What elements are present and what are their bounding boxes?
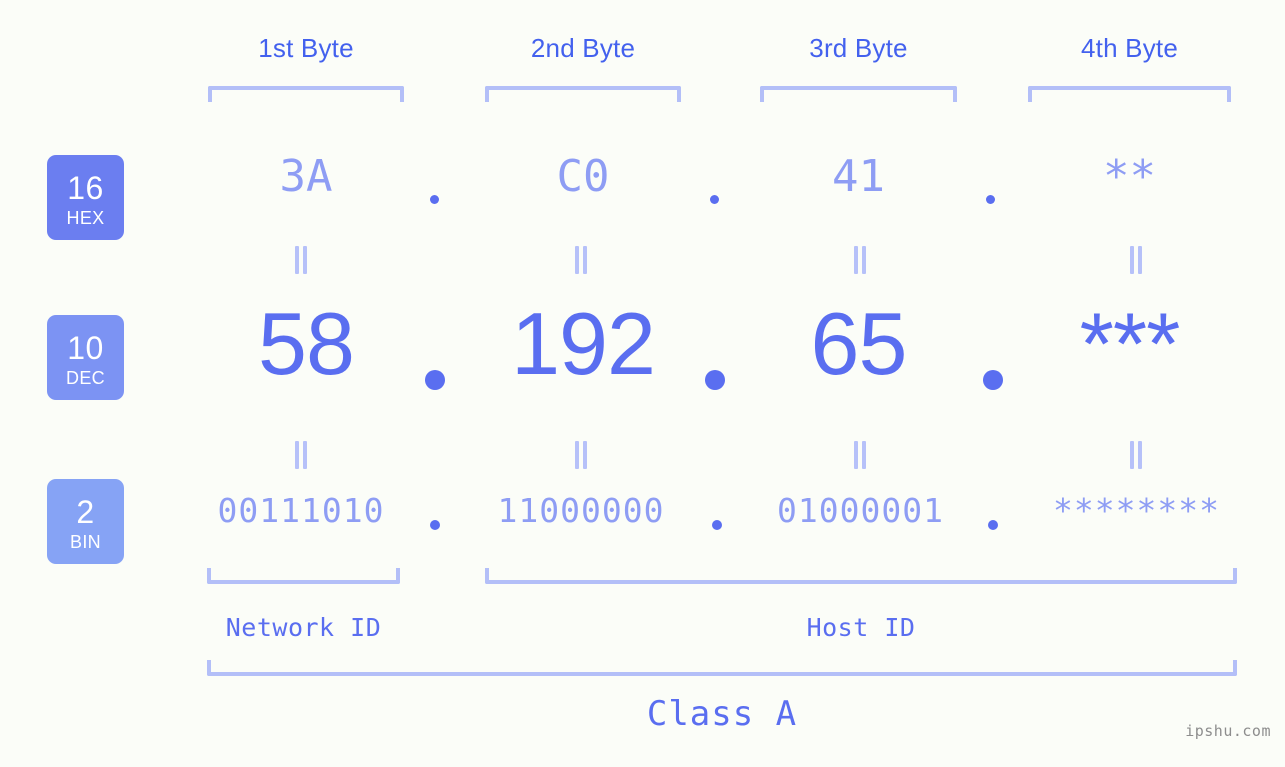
radix-badge-hex: 16 HEX xyxy=(47,155,124,240)
radix-badge-hex-name: HEX xyxy=(66,208,105,228)
radix-badge-dec-number: 10 xyxy=(67,330,104,366)
equals-marker-dec-bin-2 xyxy=(573,441,589,469)
hex-separator-1 xyxy=(430,195,439,204)
dec-separator-2 xyxy=(705,370,725,390)
radix-badge-hex-number: 16 xyxy=(67,170,104,206)
class-label: Class A xyxy=(646,694,798,734)
bin-byte-2: 11000000 xyxy=(497,491,665,530)
hex-separator-2 xyxy=(710,195,719,204)
byte-bracket-4 xyxy=(1028,86,1231,102)
dec-byte-3: 65 xyxy=(810,294,908,393)
network-id-bracket xyxy=(207,568,400,584)
radix-badge-dec-name: DEC xyxy=(66,368,105,388)
byte-bracket-1 xyxy=(208,86,404,102)
bin-byte-3: 01000001 xyxy=(777,491,944,530)
byte-header-4: 4th Byte xyxy=(1081,33,1178,63)
byte-header-2: 2nd Byte xyxy=(530,33,636,63)
byte-header-3: 3rd Byte xyxy=(809,33,908,63)
hex-byte-2: C0 xyxy=(556,151,610,202)
dec-byte-1: 58 xyxy=(258,294,355,393)
class-bracket xyxy=(207,660,1237,676)
equals-marker-dec-bin-1 xyxy=(293,441,309,469)
equals-marker-hex-dec-3 xyxy=(852,246,868,274)
hex-byte-3: 41 xyxy=(832,151,885,202)
dec-separator-1 xyxy=(425,370,445,390)
bin-separator-3 xyxy=(988,520,998,530)
hex-separator-3 xyxy=(986,195,995,204)
radix-badge-dec: 10 DEC xyxy=(47,315,124,400)
equals-marker-dec-bin-4 xyxy=(1128,441,1144,469)
dec-byte-4: *** xyxy=(1079,294,1181,393)
bin-byte-1: 00111010 xyxy=(217,491,385,530)
bin-separator-2 xyxy=(712,520,722,530)
hex-byte-4: ** xyxy=(1103,151,1156,202)
hex-byte-1: 3A xyxy=(279,151,333,202)
radix-badge-bin-number: 2 xyxy=(76,494,95,530)
bin-byte-4: ******** xyxy=(1053,491,1220,530)
byte-bracket-3 xyxy=(760,86,957,102)
host-id-bracket xyxy=(485,568,1237,584)
equals-marker-hex-dec-4 xyxy=(1128,246,1144,274)
dec-separator-3 xyxy=(983,370,1003,390)
network-id-label: Network ID xyxy=(225,613,382,642)
bin-separator-1 xyxy=(430,520,440,530)
radix-badge-bin: 2 BIN xyxy=(47,479,124,564)
site-watermark: ipshu.com xyxy=(1185,722,1271,740)
byte-bracket-2 xyxy=(485,86,681,102)
byte-header-1: 1st Byte xyxy=(258,33,354,63)
equals-marker-hex-dec-2 xyxy=(573,246,589,274)
radix-badge-bin-name: BIN xyxy=(70,532,101,552)
dec-byte-2: 192 xyxy=(511,294,656,393)
ip-address-breakdown-diagram: 1st Byte 2nd Byte 3rd Byte 4th Byte 16 H… xyxy=(0,0,1285,767)
host-id-label: Host ID xyxy=(806,613,916,642)
equals-marker-dec-bin-3 xyxy=(852,441,868,469)
equals-marker-hex-dec-1 xyxy=(293,246,309,274)
